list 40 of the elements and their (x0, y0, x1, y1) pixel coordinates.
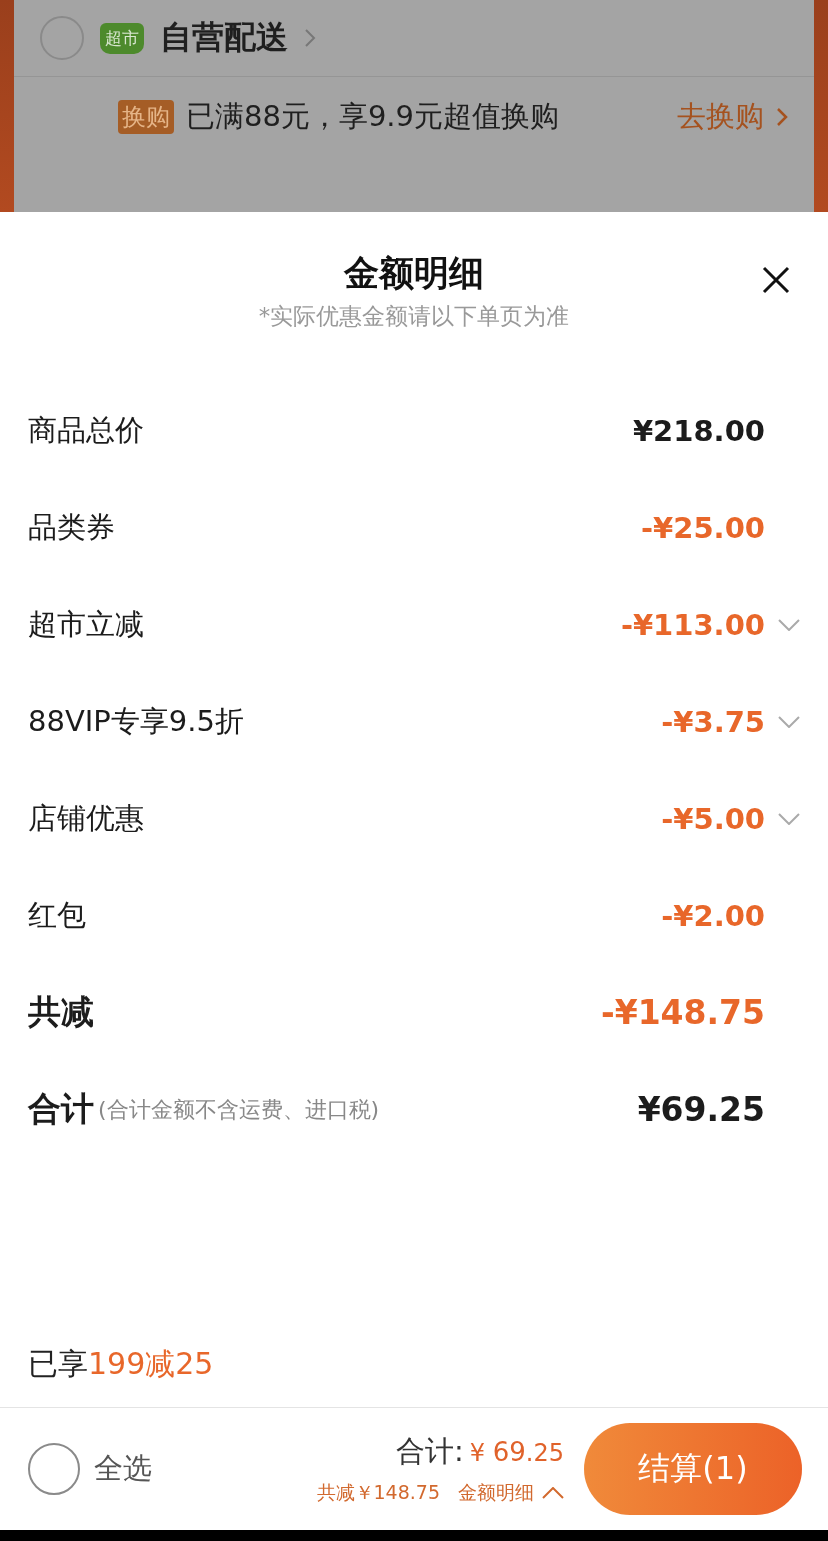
total-amount: ¥ 69.25 (469, 1437, 564, 1467)
row-amount: -¥25.00 (641, 510, 765, 545)
chevron-down-icon[interactable] (778, 812, 800, 825)
promo-text: 已满88元，享9.9元超值换购 (186, 98, 561, 135)
row-label: 红包 (28, 896, 86, 934)
row-amount: -¥3.75 (661, 704, 765, 739)
row-label: 88VIP专享9.5折 (28, 702, 244, 740)
exchange-link[interactable]: 去换购 (677, 97, 764, 137)
row-amount: -¥2.00 (661, 898, 765, 933)
row-label: 共减 (28, 991, 94, 1033)
row-label: 店铺优惠 (28, 799, 144, 837)
saved-amount: 共减￥148.75 (316, 1480, 440, 1505)
select-all-label: 全选 (94, 1450, 153, 1487)
total-label: 合计: (396, 1433, 464, 1470)
promo-tag: 换购 (118, 100, 174, 134)
supermarket-badge: 超市 (100, 22, 144, 54)
chevron-right-icon (304, 27, 316, 49)
row-label: 品类券 (28, 508, 115, 546)
row-note: (合计金额不含运费、进口税) (98, 1095, 381, 1124)
select-all-checkbox[interactable] (28, 1443, 80, 1495)
close-icon[interactable] (762, 266, 790, 294)
row-label: 合计 (28, 1088, 94, 1130)
row-label: 商品总价 (28, 411, 144, 449)
row-label: 超市立减 (28, 605, 144, 643)
row-amount: -¥113.00 (620, 607, 765, 642)
store-name[interactable]: 自营配送 (160, 16, 288, 60)
sheet-subtitle: *实际优惠金额请以下单页为准 (258, 302, 570, 331)
enjoyed-discount-text: 已享199减25 (27, 1345, 215, 1383)
sheet-title: 金额明细 (344, 252, 484, 295)
chevron-down-icon[interactable] (778, 618, 800, 631)
details-link[interactable]: 金额明细 (458, 1480, 564, 1506)
row-amount: ¥218.00 (632, 413, 765, 448)
checkbox[interactable] (40, 16, 84, 60)
row-amount: ¥69.25 (637, 1090, 765, 1129)
row-amount: -¥5.00 (661, 801, 765, 836)
row-amount: -¥148.75 (601, 993, 765, 1032)
chevron-up-icon (542, 1487, 564, 1499)
checkout-button[interactable]: 结算(1) (584, 1423, 802, 1515)
chevron-down-icon[interactable] (778, 715, 800, 728)
chevron-right-icon (776, 106, 788, 128)
